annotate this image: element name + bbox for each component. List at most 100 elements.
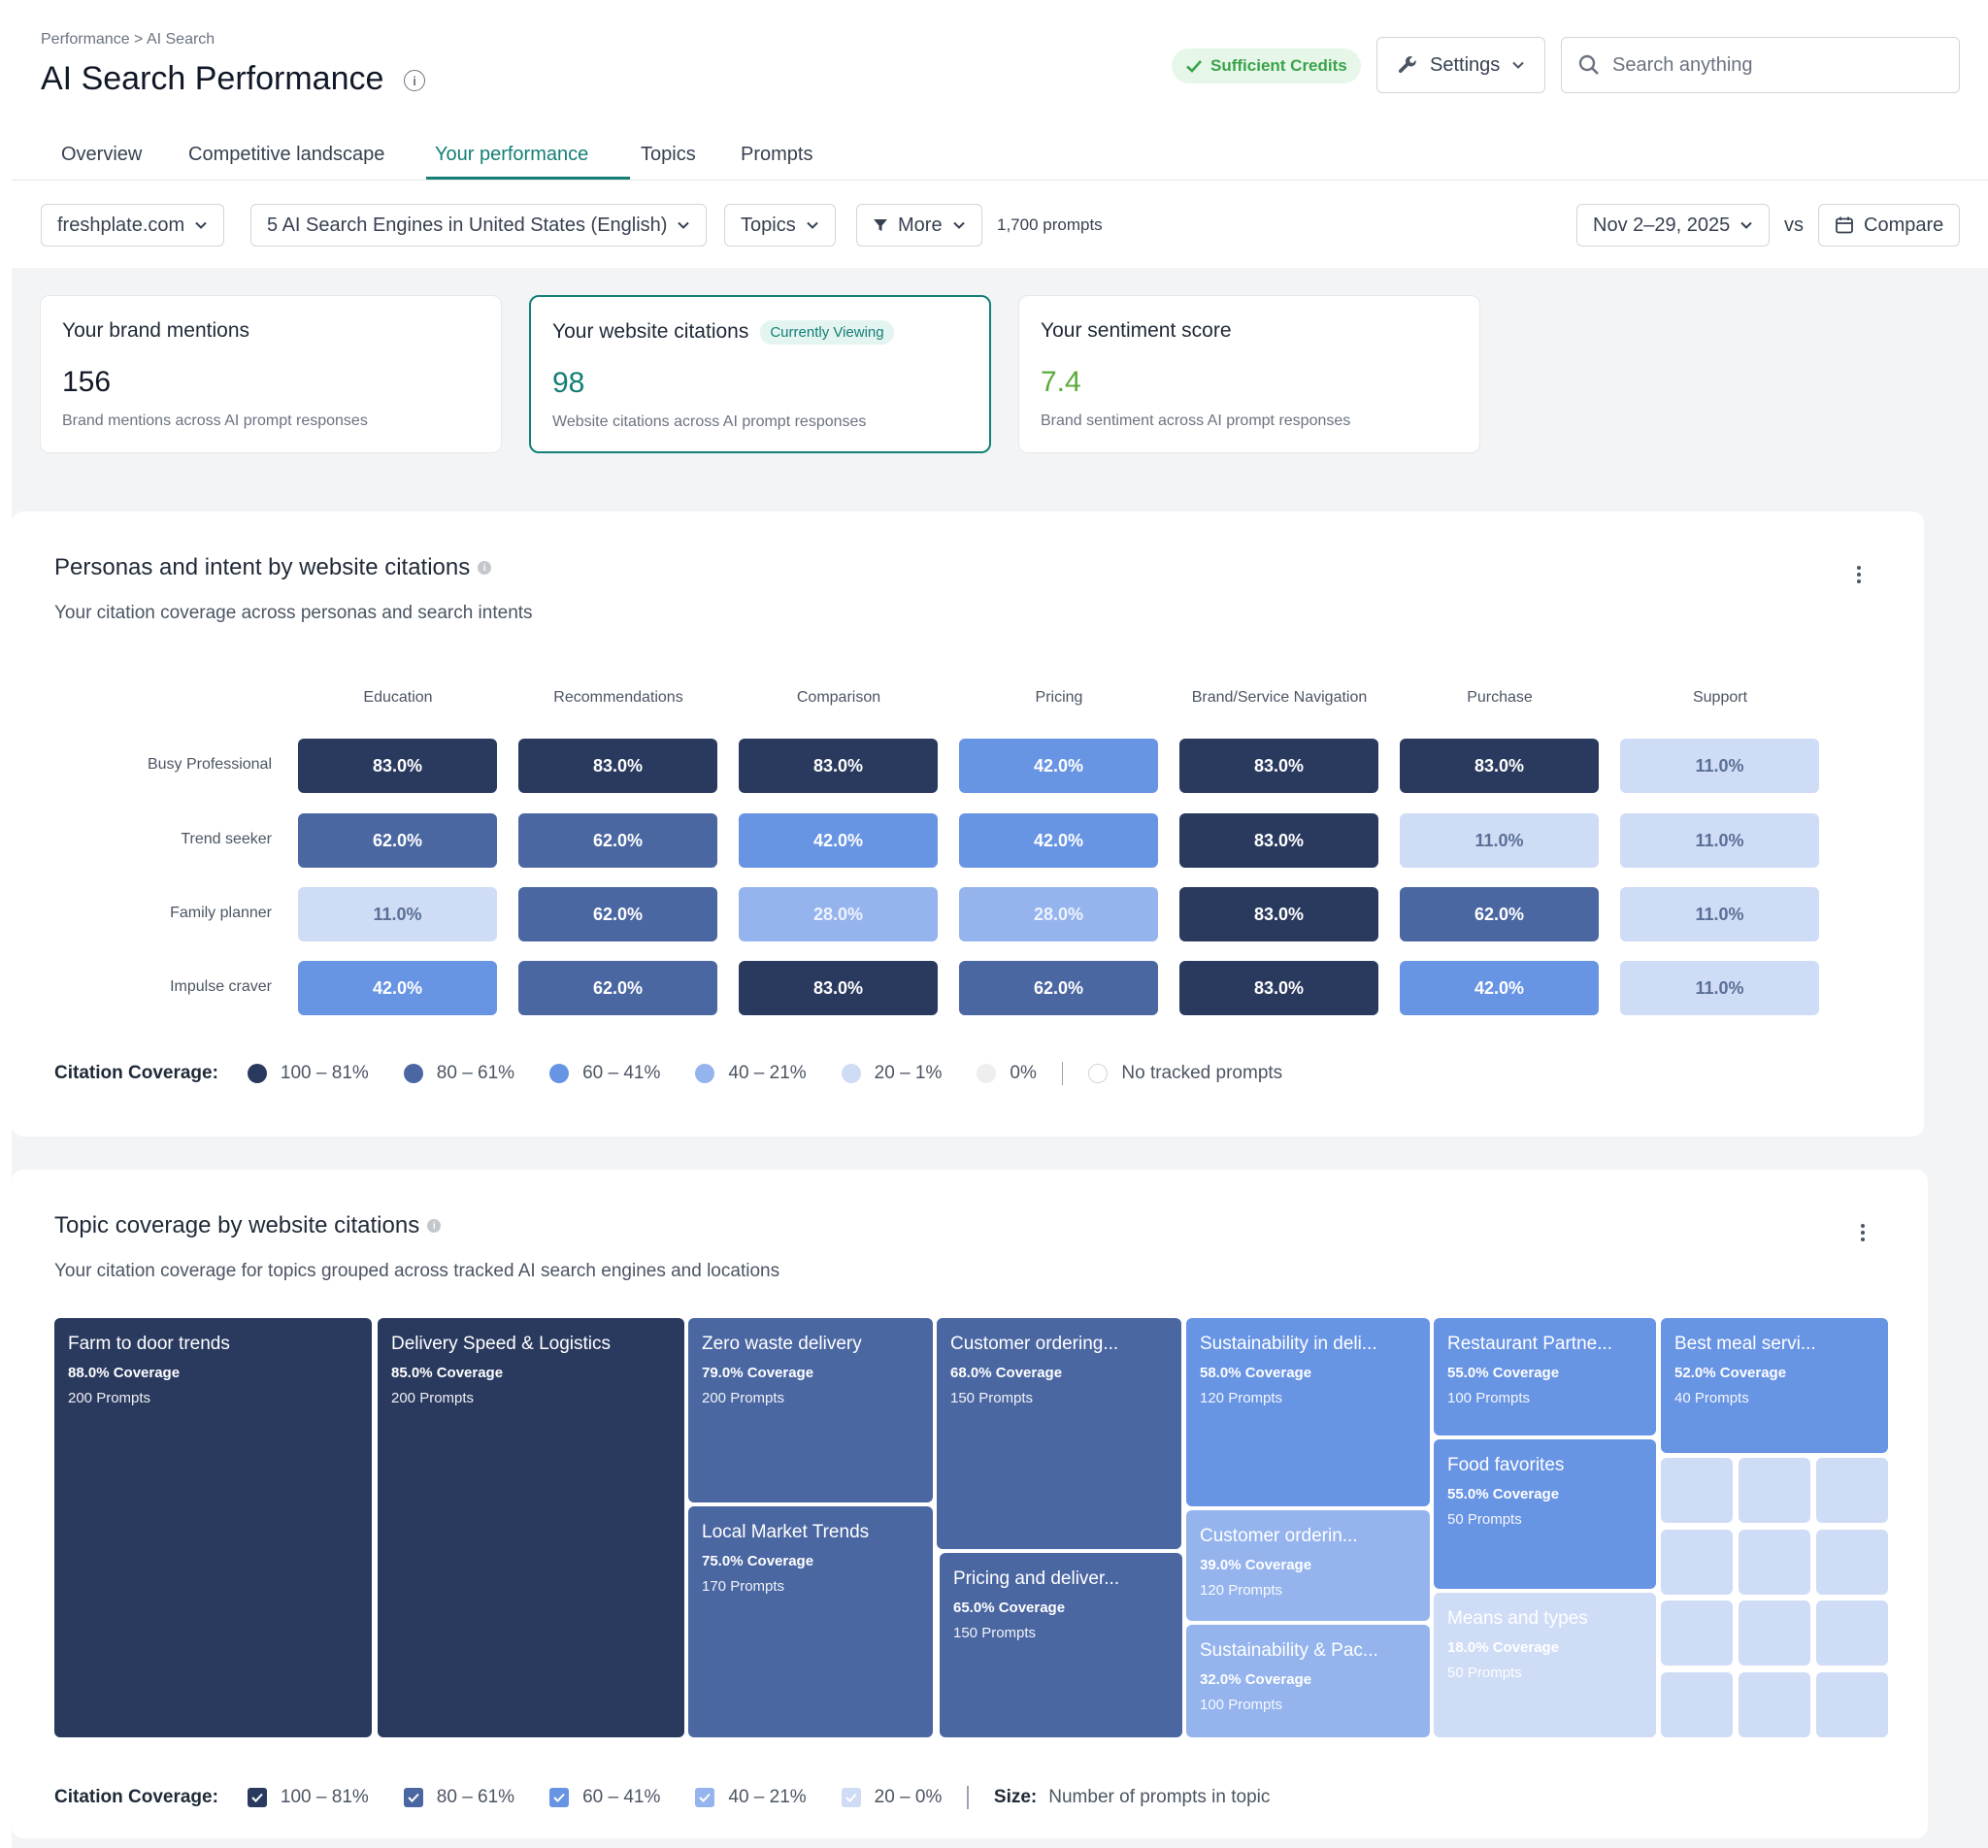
treemap-tile[interactable]: Delivery Speed & Logistics 85.0% Coverage…: [378, 1318, 684, 1737]
engines-filter[interactable]: 5 AI Search Engines in United States (En…: [250, 204, 708, 247]
heatmap-cell[interactable]: 83.0%: [1179, 739, 1378, 793]
domain-filter[interactable]: freshplate.com: [41, 204, 225, 247]
kpi-brand-mentions[interactable]: Your brand mentions 156 Brand mentions a…: [40, 295, 502, 453]
heatmap-cell[interactable]: 83.0%: [1179, 961, 1378, 1015]
heatmap-cell[interactable]: 83.0%: [1179, 813, 1378, 868]
domain-filter-label: freshplate.com: [57, 214, 185, 236]
treemap-small-tile[interactable]: [1739, 1600, 1810, 1666]
tile-prompts: 170 Prompts: [702, 1578, 785, 1595]
heatmap-cell[interactable]: 83.0%: [739, 739, 938, 793]
treemap-small-tile[interactable]: [1661, 1530, 1733, 1595]
treemap-tile[interactable]: Sustainability & Pac... 32.0% Coverage 100…: [1186, 1625, 1430, 1737]
treemap-tile[interactable]: Food favorites 55.0% Coverage 50 Prompts: [1434, 1439, 1656, 1589]
heatmap-cell[interactable]: 62.0%: [1400, 887, 1599, 941]
treemap-small-tile[interactable]: [1816, 1458, 1888, 1523]
heatmap-cell[interactable]: 83.0%: [739, 961, 938, 1015]
search-input[interactable]: Search anything: [1561, 37, 1960, 93]
legend-checkbox[interactable]: 100 – 81%: [247, 1787, 369, 1808]
treemap-small-tile[interactable]: [1739, 1458, 1810, 1523]
treemap-small-tile[interactable]: [1661, 1458, 1733, 1523]
treemap-small-tile[interactable]: [1816, 1530, 1888, 1595]
tab-prompts[interactable]: Prompts: [741, 144, 812, 166]
legend-checkbox[interactable]: 80 – 61%: [403, 1787, 514, 1808]
settings-label: Settings: [1430, 53, 1501, 76]
date-range-picker[interactable]: Nov 2–29, 2025: [1576, 204, 1771, 247]
treemap-tile[interactable]: Means and types 18.0% Coverage 50 Prompts: [1434, 1593, 1656, 1737]
treemap-tile[interactable]: Best meal servi... 52.0% Coverage 40 Promp…: [1661, 1318, 1888, 1453]
tile-coverage: 39.0% Coverage: [1200, 1557, 1312, 1573]
heatmap-cell[interactable]: 42.0%: [298, 961, 497, 1015]
tile-name: Sustainability in deli...: [1200, 1334, 1377, 1354]
heatmap-cell[interactable]: 11.0%: [1620, 887, 1819, 941]
heatmap-cell[interactable]: 83.0%: [518, 739, 717, 793]
legend-item[interactable]: 60 – 41%: [549, 1063, 660, 1084]
treemap-small-tile[interactable]: [1739, 1672, 1810, 1737]
treemap-tile[interactable]: Sustainability in deli... 58.0% Coverage 1…: [1186, 1318, 1430, 1506]
topics-filter[interactable]: Topics: [724, 204, 836, 247]
kpi-website-citations[interactable]: Your website citations Currently Viewing…: [529, 295, 991, 453]
credits-label: Sufficient Credits: [1210, 56, 1347, 75]
heatmap-cell[interactable]: 42.0%: [959, 813, 1158, 868]
heatmap-cell[interactable]: 83.0%: [1179, 887, 1378, 941]
treemap-tile[interactable]: Farm to door trends 88.0% Coverage 200 Pro…: [54, 1318, 372, 1737]
legend-item[interactable]: 20 – 1%: [841, 1063, 942, 1084]
legend-item[interactable]: 100 – 81%: [247, 1063, 369, 1084]
treemap-tile[interactable]: Restaurant Partne... 55.0% Coverage 100 Pr…: [1434, 1318, 1656, 1436]
heatmap-cell[interactable]: 28.0%: [959, 887, 1158, 941]
heatmap-cell[interactable]: 62.0%: [518, 887, 717, 941]
treemap-small-tile[interactable]: [1661, 1600, 1733, 1666]
chevron-down-icon: [1512, 61, 1524, 69]
heatmap-cell[interactable]: 62.0%: [518, 813, 717, 868]
settings-button[interactable]: Settings: [1376, 37, 1545, 93]
heatmap-cell[interactable]: 42.0%: [1400, 961, 1599, 1015]
treemap-small-tile[interactable]: [1661, 1672, 1733, 1737]
legend-item[interactable]: 40 – 21%: [695, 1063, 807, 1084]
treemap-tile[interactable]: Pricing and deliver... 65.0% Coverage 150 …: [940, 1553, 1182, 1737]
legend-item[interactable]: 80 – 61%: [403, 1063, 514, 1084]
treemap-small-tile[interactable]: [1739, 1530, 1810, 1595]
heatmap-cell[interactable]: 42.0%: [739, 813, 938, 868]
legend-item[interactable]: 0%: [977, 1063, 1037, 1084]
info-icon[interactable]: i: [427, 1219, 442, 1233]
heatmap-cell[interactable]: 11.0%: [1400, 813, 1599, 868]
heatmap-cell[interactable]: 11.0%: [1620, 813, 1819, 868]
kebab-menu-icon[interactable]: [1861, 1224, 1867, 1241]
heatmap-cell[interactable]: 11.0%: [1620, 739, 1819, 793]
legend-checkbox[interactable]: 40 – 21%: [695, 1787, 807, 1808]
legend-checkbox[interactable]: 20 – 0%: [841, 1787, 942, 1808]
more-filter[interactable]: More: [856, 204, 982, 247]
kebab-menu-icon[interactable]: [1857, 566, 1863, 583]
search-placeholder: Search anything: [1612, 53, 1753, 76]
compare-button[interactable]: Compare: [1818, 204, 1961, 247]
info-icon[interactable]: i: [478, 561, 492, 575]
info-icon[interactable]: i: [404, 70, 425, 91]
heatmap-cell[interactable]: 62.0%: [959, 961, 1158, 1015]
legend-item[interactable]: No tracked prompts: [1088, 1063, 1282, 1084]
treemap-tile[interactable]: Customer ordering... 68.0% Coverage 150 Pr…: [937, 1318, 1181, 1549]
tab-overview[interactable]: Overview: [61, 144, 142, 166]
tile-coverage: 55.0% Coverage: [1447, 1365, 1560, 1381]
heatmap-cell[interactable]: 83.0%: [298, 739, 497, 793]
heatmap-cell[interactable]: 62.0%: [518, 961, 717, 1015]
heatmap-cell[interactable]: 11.0%: [298, 887, 497, 941]
topics-title-text: Topic coverage by website citations: [54, 1212, 420, 1238]
tab-competitive-landscape[interactable]: Competitive landscape: [188, 144, 384, 166]
treemap-small-tile[interactable]: [1816, 1672, 1888, 1737]
treemap-tile[interactable]: Local Market Trends 75.0% Coverage 170 Pro…: [688, 1506, 933, 1737]
heatmap-column-header: Education: [363, 689, 433, 706]
treemap-small-tile[interactable]: [1816, 1600, 1888, 1666]
heatmap-cell[interactable]: 42.0%: [959, 739, 1158, 793]
heatmap-row-header: Trend seeker: [181, 831, 272, 847]
treemap-tile[interactable]: Zero waste delivery 79.0% Coverage 200 Pro…: [688, 1318, 933, 1502]
tab-topics[interactable]: Topics: [641, 144, 696, 166]
tab-your-performance[interactable]: Your performance: [435, 144, 588, 166]
breadcrumb[interactable]: Performance > AI Search: [41, 31, 215, 49]
heatmap-cell[interactable]: 83.0%: [1400, 739, 1599, 793]
heatmap-cell[interactable]: 11.0%: [1620, 961, 1819, 1015]
heatmap-cell[interactable]: 62.0%: [298, 813, 497, 868]
treemap-tile[interactable]: Customer orderin... 39.0% Coverage 120 Pro…: [1186, 1510, 1430, 1621]
heatmap-cell[interactable]: 28.0%: [739, 887, 938, 941]
kpi-sentiment-score[interactable]: Your sentiment score 7.4 Brand sentiment…: [1018, 295, 1480, 453]
legend-checkbox[interactable]: 60 – 41%: [549, 1787, 660, 1808]
tile-name: Sustainability & Pac...: [1200, 1640, 1378, 1661]
